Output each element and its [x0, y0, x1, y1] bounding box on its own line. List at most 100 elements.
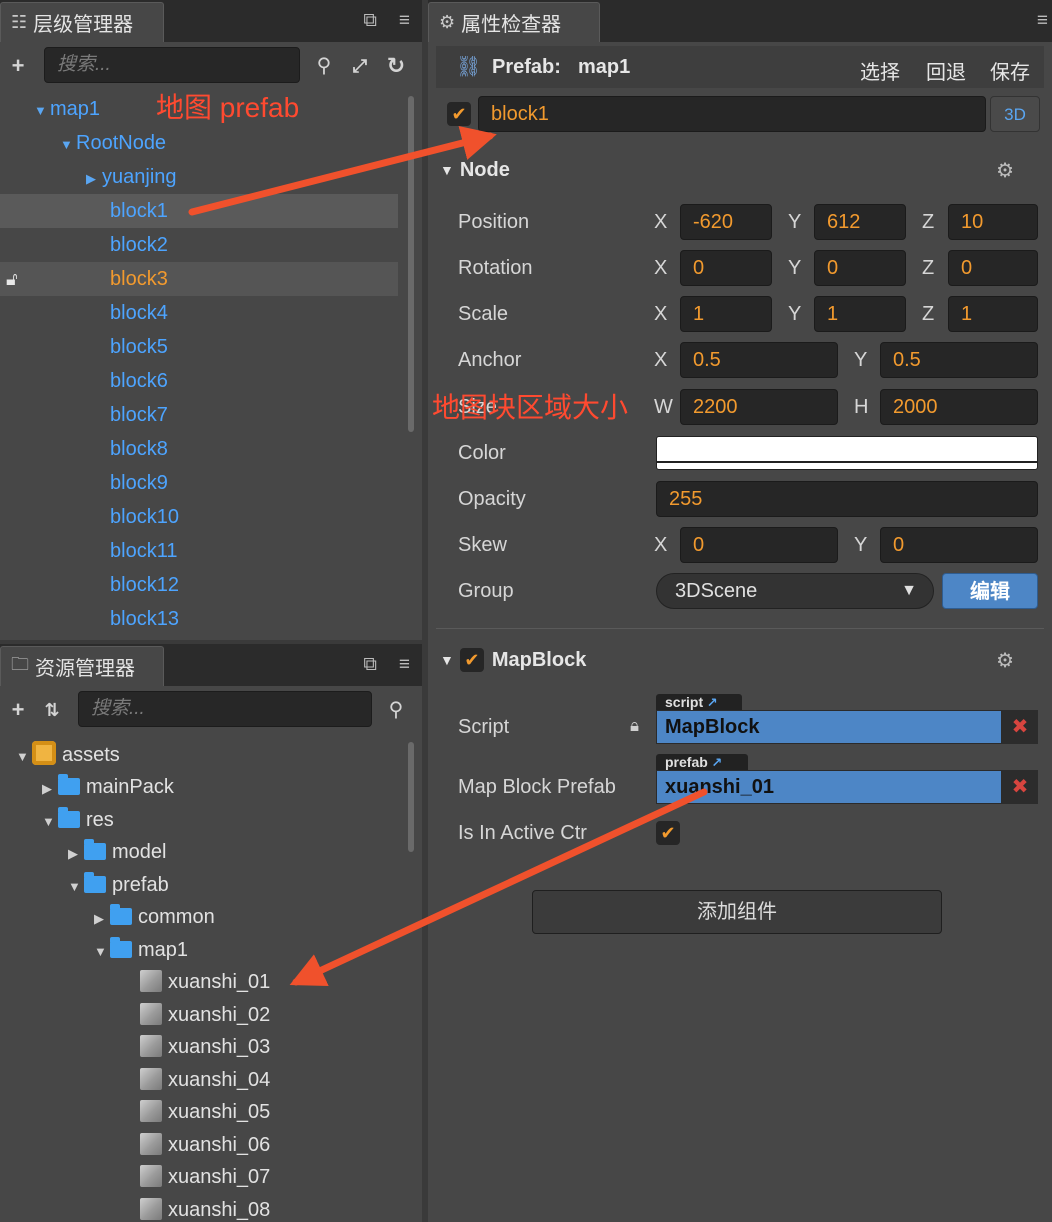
chevron-right-icon[interactable]: ▶: [94, 902, 110, 936]
tree-row-block5[interactable]: block5: [0, 330, 398, 364]
anchor-x-input[interactable]: 0.5: [680, 342, 838, 378]
asset-row-xuanshi-07[interactable]: xuanshi_07: [0, 1160, 398, 1194]
asset-row-xuanshi-03[interactable]: xuanshi_03: [0, 1030, 398, 1064]
chevron-down-icon[interactable]: ▼: [440, 652, 454, 668]
scale-x-input[interactable]: 1: [680, 296, 772, 332]
hierarchy-scrollbar[interactable]: [408, 96, 414, 432]
tree-row-block4[interactable]: block4: [0, 296, 398, 330]
tree-row-block13[interactable]: block13: [0, 602, 398, 636]
chevron-down-icon[interactable]: ▼: [42, 805, 58, 839]
asset-row-xuanshi-06[interactable]: xuanshi_06: [0, 1128, 398, 1162]
skew-x-input[interactable]: 0: [680, 527, 838, 563]
prefab-select-button[interactable]: 选择: [860, 56, 900, 85]
node-name-input[interactable]: block1: [478, 96, 986, 132]
unlock-icon[interactable]: 🔓︎: [6, 262, 18, 296]
tree-row-block2[interactable]: block2: [0, 228, 398, 262]
prefab-save-button[interactable]: 保存: [990, 56, 1030, 85]
expand-icon[interactable]: ⤢: [348, 49, 372, 83]
refresh-icon[interactable]: ↻: [384, 49, 408, 83]
search-icon[interactable]: ⚲: [384, 693, 408, 727]
asset-row-xuanshi-04[interactable]: xuanshi_04: [0, 1063, 398, 1097]
menu-icon[interactable]: ≡: [399, 10, 410, 32]
position-y-input[interactable]: 612: [814, 204, 906, 240]
script-asset-field[interactable]: MapBlock: [656, 710, 1002, 744]
rotation-z-input[interactable]: 0: [948, 250, 1038, 286]
mapblock-enabled-checkbox[interactable]: ✔: [459, 648, 484, 672]
tree-row-block9[interactable]: block9: [0, 466, 398, 500]
node-section-header[interactable]: ▼ Node ⚙: [436, 150, 1038, 190]
tree-row-block10[interactable]: block10: [0, 500, 398, 534]
asset-row-xuanshi-02[interactable]: xuanshi_02: [0, 998, 398, 1032]
chevron-right-icon[interactable]: ▶: [86, 162, 102, 196]
tree-row-block3[interactable]: 🔓︎ block3: [0, 262, 398, 296]
add-asset-icon[interactable]: +: [6, 693, 30, 727]
tree-row-block6[interactable]: block6: [0, 364, 398, 398]
assets-scrollbar[interactable]: [408, 742, 414, 852]
size-w-input[interactable]: 2200: [680, 389, 838, 425]
menu-icon[interactable]: ≡: [399, 654, 410, 676]
chevron-down-icon[interactable]: ▼: [94, 935, 110, 969]
tab-hierarchy[interactable]: ☷ 层级管理器: [0, 2, 164, 42]
tree-row-yuanjing[interactable]: ▶ yuanjing: [0, 160, 398, 194]
scale-y-input[interactable]: 1: [814, 296, 906, 332]
chevron-down-icon[interactable]: ▼: [68, 870, 84, 904]
node-active-checkbox[interactable]: ✔: [447, 102, 471, 126]
asset-row-map1[interactable]: ▼ map1: [0, 933, 398, 967]
assets-search-input[interactable]: 搜索...: [78, 691, 372, 727]
asset-row-mainpack[interactable]: ▶ mainPack: [0, 770, 398, 804]
chevron-down-icon[interactable]: ▼: [34, 94, 50, 128]
asset-row-xuanshi-05[interactable]: xuanshi_05: [0, 1095, 398, 1129]
tree-row-block8[interactable]: block8: [0, 432, 398, 466]
tree-row-block12[interactable]: block12: [0, 568, 398, 602]
external-link-icon[interactable]: ↗: [703, 695, 718, 710]
tree-row-rootnode[interactable]: ▼ RootNode: [0, 126, 398, 160]
prefab-revert-button[interactable]: 回退: [926, 56, 966, 85]
skew-y-input[interactable]: 0: [880, 527, 1038, 563]
group-edit-button[interactable]: 编辑: [942, 573, 1038, 609]
map-block-prefab-field[interactable]: xuanshi_01: [656, 770, 1002, 804]
sort-icon[interactable]: ⇅: [40, 693, 64, 727]
add-node-icon[interactable]: +: [6, 49, 30, 83]
asset-row-xuanshi-08[interactable]: xuanshi_08: [0, 1193, 398, 1222]
tree-row-block7[interactable]: block7: [0, 398, 398, 432]
scale-z-input[interactable]: 1: [948, 296, 1038, 332]
chevron-down-icon[interactable]: ▼: [16, 740, 32, 774]
opacity-input[interactable]: 255: [656, 481, 1038, 517]
map-block-prefab-remove-button[interactable]: ✖: [1002, 770, 1038, 804]
external-link-icon[interactable]: ↗: [708, 755, 722, 770]
asset-row-prefab[interactable]: ▼ prefab: [0, 868, 398, 902]
rotation-x-input[interactable]: 0: [680, 250, 772, 286]
asset-row-xuanshi-01[interactable]: xuanshi_01: [0, 965, 398, 999]
group-select[interactable]: 3DScene ▼: [656, 573, 934, 609]
color-swatch[interactable]: [656, 436, 1038, 470]
mapblock-section-header[interactable]: ▼ ✔ MapBlock ⚙: [436, 640, 1038, 680]
chevron-down-icon[interactable]: ▼: [60, 128, 76, 162]
tab-inspector[interactable]: ⚙ 属性检查器: [428, 2, 600, 42]
hierarchy-search-input[interactable]: 搜索...: [44, 47, 300, 83]
add-component-button[interactable]: 添加组件: [532, 890, 942, 934]
gear-icon[interactable]: ⚙: [996, 158, 1014, 183]
asset-row-common[interactable]: ▶ common: [0, 900, 398, 934]
chevron-right-icon[interactable]: ▶: [42, 772, 58, 806]
script-remove-button[interactable]: ✖: [1002, 710, 1038, 744]
asset-row-assets[interactable]: ▼ assets: [0, 738, 398, 772]
chevron-right-icon[interactable]: ▶: [68, 837, 84, 871]
is-in-active-ctr-checkbox[interactable]: ✔: [656, 821, 680, 845]
position-z-input[interactable]: 10: [948, 204, 1038, 240]
anchor-y-input[interactable]: 0.5: [880, 342, 1038, 378]
gear-icon[interactable]: ⚙: [996, 648, 1014, 673]
toggle-3d-button[interactable]: 3D: [990, 96, 1040, 132]
maximize-icon[interactable]: ⧉: [363, 654, 377, 676]
menu-icon[interactable]: ≡: [1037, 10, 1048, 32]
rotation-y-input[interactable]: 0: [814, 250, 906, 286]
maximize-icon[interactable]: ⧉: [363, 10, 377, 32]
tree-row-block11[interactable]: block11: [0, 534, 398, 568]
size-h-input[interactable]: 2000: [880, 389, 1038, 425]
tree-row-block1[interactable]: block1: [0, 194, 398, 228]
chevron-down-icon[interactable]: ▼: [440, 162, 454, 178]
search-icon[interactable]: ⚲: [312, 49, 336, 83]
position-x-input[interactable]: -620: [680, 204, 772, 240]
asset-row-res[interactable]: ▼ res: [0, 803, 398, 837]
asset-row-model[interactable]: ▶ model: [0, 835, 398, 869]
tab-assets[interactable]: 🗀︎ 资源管理器: [0, 646, 164, 686]
